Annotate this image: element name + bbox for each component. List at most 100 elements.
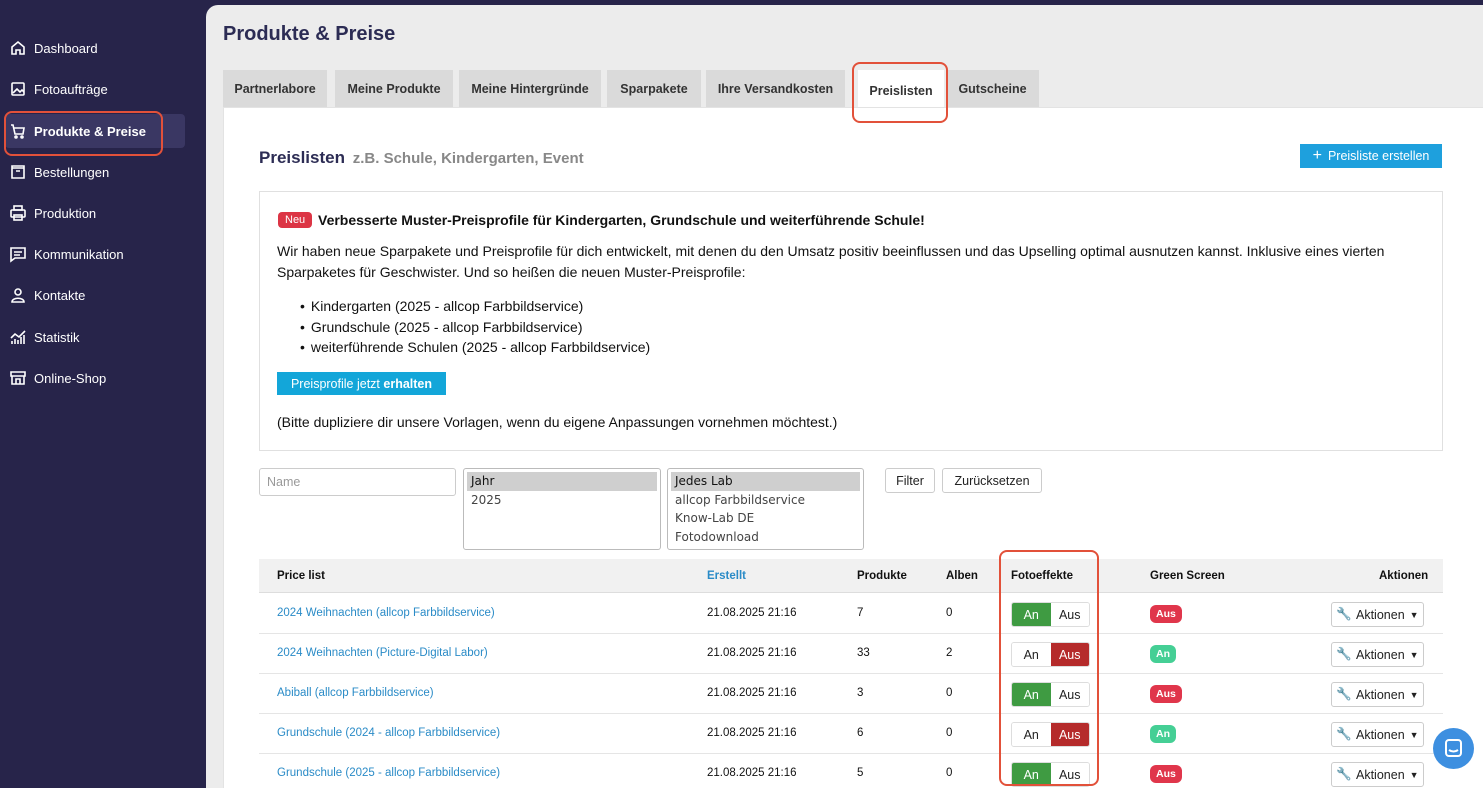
col-products: Produkte — [857, 570, 907, 582]
actions-label: Aktionen — [1356, 607, 1405, 622]
tab-ihre-versandkosten[interactable]: Ihre Versandkosten — [706, 70, 845, 108]
actions-dropdown-button[interactable]: 🔧 Aktionen ▼ — [1331, 602, 1424, 627]
reset-button[interactable]: Zurücksetzen — [942, 468, 1042, 493]
sidebar-item-kontakte[interactable]: Kontakte — [5, 278, 185, 312]
tab-meine-produkte[interactable]: Meine Produkte — [335, 70, 453, 108]
table-row: Grundschule (2025 - allcop Farbbildservi… — [259, 754, 1443, 788]
caret-down-icon: ▼ — [1409, 609, 1419, 620]
sidebar-item-label: Fotoaufträge — [34, 81, 108, 97]
greenscreen-badge: Aus — [1150, 765, 1182, 783]
caret-down-icon: ▼ — [1409, 649, 1419, 660]
panel-title-text: Preislisten — [259, 148, 345, 167]
created-date: 21.08.2025 21:16 — [707, 687, 797, 699]
filter-button[interactable]: Filter — [885, 468, 935, 493]
tab-gutscheine[interactable]: Gutscheine — [946, 70, 1039, 108]
wrench-icon: 🔧 — [1336, 647, 1352, 661]
effects-toggle: An Aus — [1011, 602, 1090, 627]
chart-icon — [10, 330, 26, 344]
col-greenscreen: Green Screen — [1150, 570, 1225, 582]
list-item: Grundschule (2025 - allcop Farbbildservi… — [300, 317, 650, 338]
plus-icon: + — [1312, 147, 1322, 164]
album-count: 0 — [946, 727, 953, 739]
greenscreen-badge: An — [1150, 725, 1176, 743]
actions-dropdown-button[interactable]: 🔧 Aktionen ▼ — [1331, 682, 1424, 707]
pricelist-name-link[interactable]: 2024 Weihnachten (Picture-Digital Labor) — [277, 647, 488, 659]
lab-option[interactable]: allcop Farbbildservice — [671, 491, 860, 510]
effects-off-button[interactable]: Aus — [1050, 763, 1089, 786]
lab-select[interactable]: Jedes Lab allcop Farbbildservice Know-La… — [667, 468, 864, 550]
create-pricelist-label: Preisliste erstellen — [1327, 149, 1430, 163]
name-filter-input[interactable] — [259, 468, 456, 496]
actions-label: Aktionen — [1356, 687, 1405, 702]
page-title: Produkte & Preise — [223, 23, 396, 45]
effects-off-button[interactable]: Aus — [1050, 603, 1089, 626]
album-count: 2 — [946, 647, 953, 659]
tab-partnerlabore[interactable]: Partnerlabore — [223, 70, 327, 108]
preislisten-panel: Preislisten z.B. Schule, Kindergarten, E… — [223, 107, 1483, 788]
sidebar-item-label: Produktion — [34, 205, 97, 221]
lab-option[interactable]: Fotodownload — [671, 528, 860, 547]
sidebar-item-kommunikation[interactable]: Kommunikation — [5, 237, 185, 271]
created-date: 21.08.2025 21:16 — [707, 647, 797, 659]
year-option[interactable]: Jahr — [467, 472, 657, 491]
tab-preislisten[interactable]: Preislisten — [858, 70, 944, 112]
effects-on-button[interactable]: An — [1012, 683, 1051, 706]
effects-on-button[interactable]: An — [1012, 763, 1051, 786]
get-profiles-label-bold: erhalten — [383, 376, 433, 391]
sidebar-item-online-shop[interactable]: Online-Shop — [5, 361, 185, 395]
col-albums: Alben — [946, 570, 978, 582]
year-option[interactable]: 2025 — [467, 491, 657, 510]
sidebar-item-fotoauftraege[interactable]: Fotoaufträge — [5, 72, 185, 106]
col-pricelist: Price list — [277, 570, 325, 582]
printer-icon — [10, 205, 26, 221]
year-select[interactable]: Jahr 2025 — [463, 468, 661, 550]
create-pricelist-button[interactable]: + Preisliste erstellen — [1300, 144, 1442, 168]
product-count: 7 — [857, 607, 864, 619]
home-icon — [11, 40, 25, 55]
sidebar-item-statistik[interactable]: Statistik — [5, 320, 185, 354]
table-header: Price list Erstellt Produkte Alben Fotoe… — [259, 559, 1443, 593]
created-date: 21.08.2025 21:16 — [707, 767, 797, 779]
pricelist-name-link[interactable]: Grundschule (2025 - allcop Farbbildservi… — [277, 767, 500, 779]
sidebar-item-produktion[interactable]: Produktion — [5, 196, 185, 230]
effects-off-button[interactable]: Aus — [1050, 643, 1089, 666]
sidebar-item-bestellungen[interactable]: Bestellungen — [5, 155, 185, 189]
table-row: 2024 Weihnachten (Picture-Digital Labor)… — [259, 634, 1443, 674]
info-list: Kindergarten (2025 - allcop Farbbildserv… — [300, 296, 650, 358]
tab-sparpakete[interactable]: Sparpakete — [607, 70, 701, 108]
actions-dropdown-button[interactable]: 🔧 Aktionen ▼ — [1331, 722, 1424, 747]
effects-off-button[interactable]: Aus — [1050, 723, 1089, 746]
effects-on-button[interactable]: An — [1012, 723, 1051, 746]
effects-off-button[interactable]: Aus — [1050, 683, 1089, 706]
message-icon — [10, 247, 26, 263]
get-profiles-button[interactable]: Preisprofile jetzt erhalten — [277, 372, 446, 395]
tab-meine-hintergruende[interactable]: Meine Hintergründe — [459, 70, 601, 108]
greenscreen-badge: Aus — [1150, 685, 1182, 703]
pricelist-name-link[interactable]: Grundschule (2024 - allcop Farbbildservi… — [277, 727, 500, 739]
created-date: 21.08.2025 21:16 — [707, 607, 797, 619]
table-row: 2024 Weihnachten (allcop Farbbildservice… — [259, 594, 1443, 634]
effects-on-button[interactable]: An — [1012, 603, 1051, 626]
list-item: weiterführende Schulen (2025 - allcop Fa… — [300, 337, 650, 358]
actions-dropdown-button[interactable]: 🔧 Aktionen ▼ — [1331, 762, 1424, 787]
col-created-sort[interactable]: Erstellt — [707, 570, 746, 582]
effects-on-button[interactable]: An — [1012, 643, 1051, 666]
info-text: Wir haben neue Sparpakete und Preisprofi… — [277, 243, 1385, 280]
sidebar-item-dashboard[interactable]: Dashboard — [5, 31, 185, 65]
user-icon — [11, 288, 25, 303]
caret-down-icon: ▼ — [1409, 769, 1419, 780]
effects-toggle: An Aus — [1011, 682, 1090, 707]
lab-option[interactable]: Know-Lab DE — [671, 509, 860, 528]
table-row: Grundschule (2024 - allcop Farbbildservi… — [259, 714, 1443, 754]
pricelist-name-link[interactable]: 2024 Weihnachten (allcop Farbbildservice… — [277, 607, 495, 619]
pricelist-name-link[interactable]: Abiball (allcop Farbbildservice) — [277, 687, 434, 699]
store-icon — [10, 371, 26, 385]
wrench-icon: 🔧 — [1336, 687, 1352, 701]
col-effects: Fotoeffekte — [1011, 570, 1073, 582]
actions-dropdown-button[interactable]: 🔧 Aktionen ▼ — [1331, 642, 1424, 667]
chat-button[interactable] — [1433, 728, 1474, 769]
effects-toggle: An Aus — [1011, 722, 1090, 747]
inbox-icon — [11, 165, 25, 179]
lab-option[interactable]: Jedes Lab — [671, 472, 860, 491]
sidebar-item-produkte-preise[interactable]: Produkte & Preise — [5, 114, 185, 148]
